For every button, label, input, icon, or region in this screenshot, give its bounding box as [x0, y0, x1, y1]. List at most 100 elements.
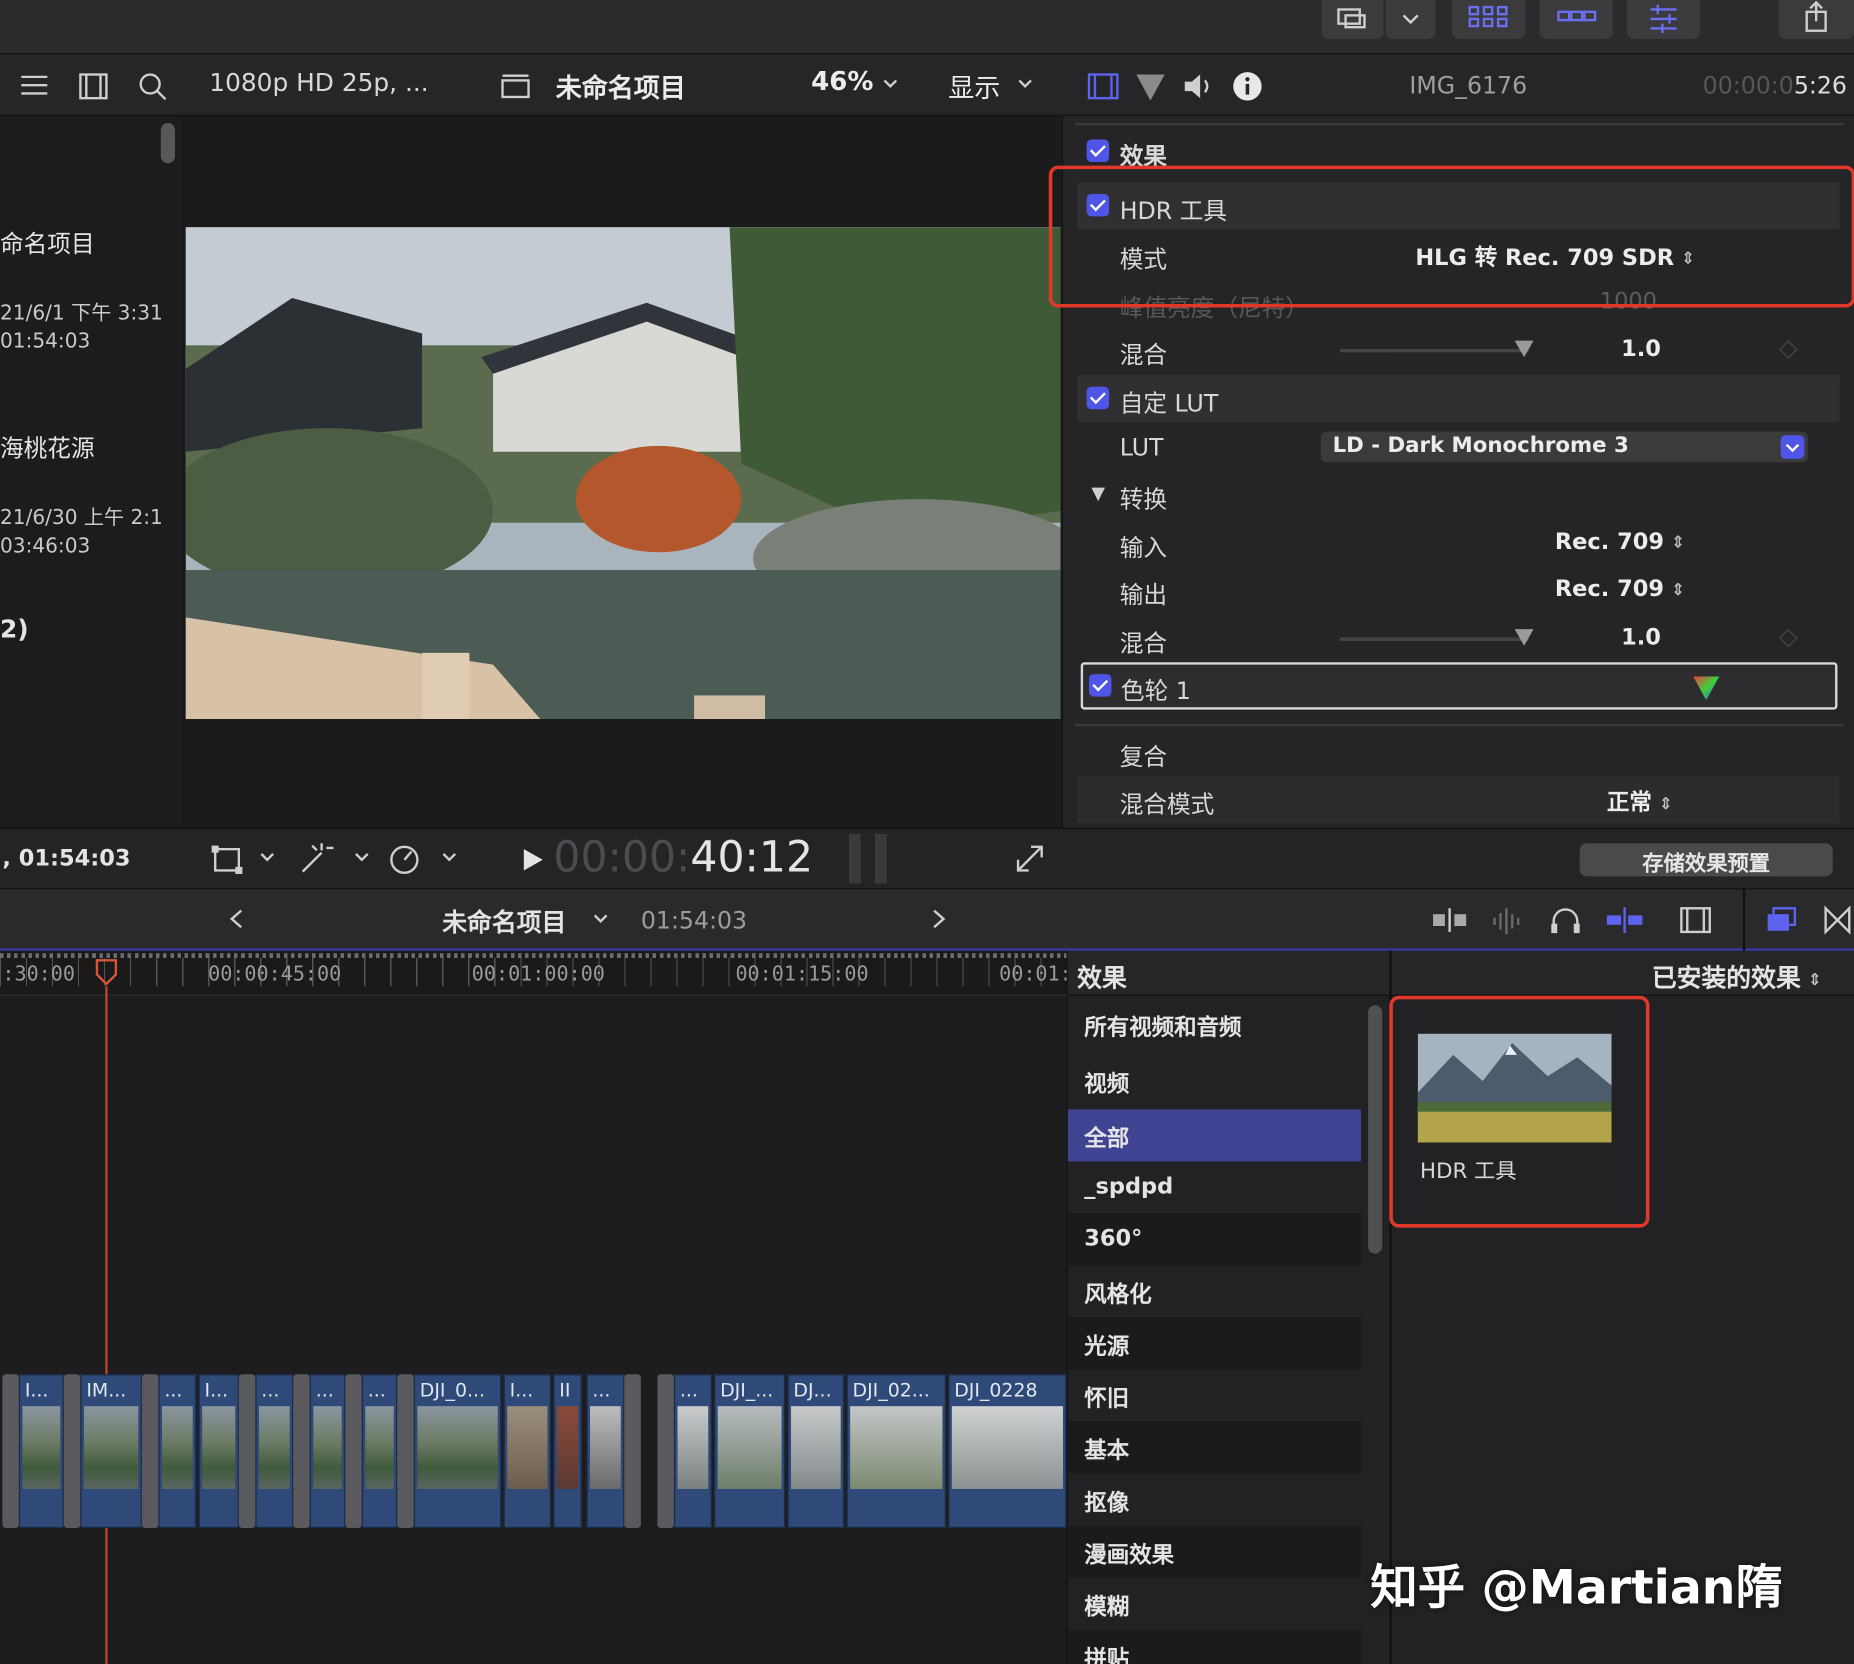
timeline-gap[interactable]	[293, 1374, 310, 1528]
waveform-icon[interactable]	[1487, 904, 1530, 937]
audio-inspector-icon[interactable]	[1180, 69, 1218, 104]
browser-toggle-button[interactable]	[1451, 0, 1526, 40]
headphones-icon[interactable]	[1547, 904, 1585, 937]
chevron-down-icon[interactable]	[591, 911, 610, 930]
timeline-gap[interactable]	[624, 1374, 641, 1528]
library-list-icon[interactable]	[17, 69, 52, 104]
clip-appearance-icon[interactable]	[1428, 904, 1471, 937]
timeline-clip[interactable]: ...	[673, 1374, 712, 1528]
transitions-icon[interactable]	[1821, 904, 1854, 937]
speedometer-icon[interactable]	[385, 839, 425, 879]
chevron-down-icon[interactable]	[258, 848, 277, 867]
search-icon[interactable]	[135, 69, 170, 104]
timeline-clip[interactable]: I...	[198, 1374, 239, 1528]
mix-slider[interactable]	[1339, 340, 1534, 358]
category-scrollbar[interactable]	[1368, 1005, 1383, 1254]
library-item-name[interactable]: 命名项目	[0, 225, 95, 259]
color-inspector-icon[interactable]	[1133, 69, 1168, 104]
timeline[interactable]: :30:00 00:00:45:00 00:01:00:00 00:01:15:…	[0, 950, 1072, 1664]
category-item[interactable]: 视频	[1068, 1055, 1361, 1107]
timeline-clip[interactable]: IM...	[80, 1374, 142, 1528]
slider-knob[interactable]	[1514, 629, 1534, 646]
timeline-clip[interactable]: ...	[586, 1374, 625, 1528]
zoom-menu[interactable]: 46%	[811, 67, 873, 97]
timeline-gap[interactable]	[657, 1374, 674, 1528]
installed-effects-popup[interactable]: 已安装的效果 ⇕	[1652, 959, 1822, 994]
fullscreen-icon[interactable]	[1012, 841, 1047, 876]
chevron-down-icon[interactable]	[440, 848, 459, 867]
timeline-clip[interactable]: ...	[158, 1374, 197, 1528]
category-item[interactable]: 怀旧	[1068, 1370, 1361, 1422]
category-item[interactable]: 所有视频和音频	[1068, 998, 1361, 1050]
info-icon[interactable]	[1230, 69, 1265, 104]
convert-row[interactable]: ▼ 转换	[1077, 471, 1840, 518]
chevron-down-icon[interactable]	[352, 848, 371, 867]
timeline-ruler[interactable]: :30:00 00:00:45:00 00:01:00:00 00:01:15:…	[0, 950, 1072, 996]
timeline-clip[interactable]: ...	[309, 1374, 346, 1528]
save-effects-preset-button[interactable]: 存储效果预置	[1579, 843, 1833, 877]
inspector-toggle-button[interactable]	[1626, 0, 1701, 40]
play-icon[interactable]	[520, 846, 546, 874]
snapping-icon[interactable]	[1603, 904, 1646, 937]
filmstrip-icon[interactable]	[76, 69, 111, 104]
timeline-clip[interactable]: ...	[361, 1374, 398, 1528]
timeline-gap[interactable]	[141, 1374, 159, 1528]
mix2-slider[interactable]	[1339, 629, 1534, 646]
color-wheel-icon[interactable]	[1691, 672, 1722, 703]
category-item[interactable]: _spdpd	[1068, 1161, 1361, 1213]
color-wheel-effect[interactable]: 色轮 1	[1080, 662, 1838, 710]
timeline-gap[interactable]	[397, 1374, 414, 1528]
category-item[interactable]: 模糊	[1068, 1578, 1361, 1630]
playhead-line[interactable]	[105, 986, 108, 1664]
timeline-clip[interactable]: DJ...	[787, 1374, 845, 1528]
display-settings-button[interactable]	[1321, 0, 1384, 40]
library-item-name[interactable]: 海桃花源	[0, 429, 95, 463]
category-item[interactable]: 抠像	[1068, 1474, 1361, 1526]
share-button[interactable]	[1778, 0, 1854, 40]
magic-wand-icon[interactable]	[296, 839, 336, 879]
timeline-gap[interactable]	[345, 1374, 362, 1528]
view-menu[interactable]: 显示	[948, 67, 1000, 105]
timeline-toggle-button[interactable]	[1539, 0, 1613, 40]
keyframe-icon[interactable]	[1779, 340, 1798, 359]
category-item[interactable]: 漫画效果	[1067, 1525, 1361, 1578]
timeline-gap[interactable]	[63, 1374, 81, 1528]
back-arrow-icon[interactable]	[225, 906, 249, 932]
category-item[interactable]: 基本	[1067, 1421, 1361, 1474]
category-item[interactable]: 风格化	[1068, 1265, 1361, 1317]
color-wheel-checkbox[interactable]	[1088, 674, 1112, 697]
custom-lut-checkbox[interactable]	[1086, 386, 1110, 410]
timeline-clip[interactable]: I...	[503, 1374, 551, 1528]
sidebar-scrollbar[interactable]	[160, 122, 175, 164]
category-item-selected[interactable]: 全部	[1067, 1109, 1361, 1162]
timeline-clip[interactable]: DJI_0228	[948, 1374, 1067, 1528]
timeline-project-name[interactable]: 未命名项目	[442, 904, 566, 939]
category-item[interactable]: 光源	[1067, 1317, 1361, 1370]
timeline-clip[interactable]: DJI_0...	[413, 1374, 502, 1528]
slider-knob[interactable]	[1514, 340, 1534, 358]
video-inspector-icon[interactable]	[1085, 69, 1120, 104]
transform-icon[interactable]	[208, 841, 248, 879]
playhead-icon[interactable]	[95, 958, 119, 989]
blend-mode-popup[interactable]: 正常 ⇕	[1607, 785, 1673, 817]
disclosure-triangle-icon[interactable]: ▼	[1091, 483, 1105, 504]
forward-arrow-icon[interactable]	[927, 906, 951, 932]
mix2-value[interactable]: 1.0	[1621, 624, 1661, 650]
timecode-display[interactable]: 00:00:40:12	[553, 834, 813, 882]
timeline-clip[interactable]: II	[553, 1374, 582, 1528]
timeline-gap[interactable]	[238, 1374, 256, 1528]
display-dropdown-button[interactable]	[1385, 0, 1436, 40]
input-popup[interactable]: Rec. 709 ⇕	[1555, 529, 1685, 555]
lut-dropdown[interactable]: LD - Dark Monochrome 3	[1320, 431, 1808, 463]
filmstrip-icon[interactable]	[1677, 904, 1715, 937]
timeline-clip[interactable]: DJI_02...	[846, 1374, 946, 1528]
timeline-gap[interactable]	[2, 1374, 19, 1528]
timeline-clip[interactable]: DJI_...	[714, 1374, 786, 1528]
category-item[interactable]: 360°	[1067, 1213, 1361, 1266]
effects-browser-icon[interactable]	[1762, 904, 1802, 937]
keyframe-icon[interactable]	[1779, 628, 1798, 648]
output-popup[interactable]: Rec. 709 ⇕	[1555, 576, 1685, 602]
category-item[interactable]: 拼贴	[1067, 1629, 1361, 1664]
timeline-clip[interactable]: I...	[18, 1374, 64, 1528]
timeline-clip[interactable]: ...	[255, 1374, 294, 1528]
